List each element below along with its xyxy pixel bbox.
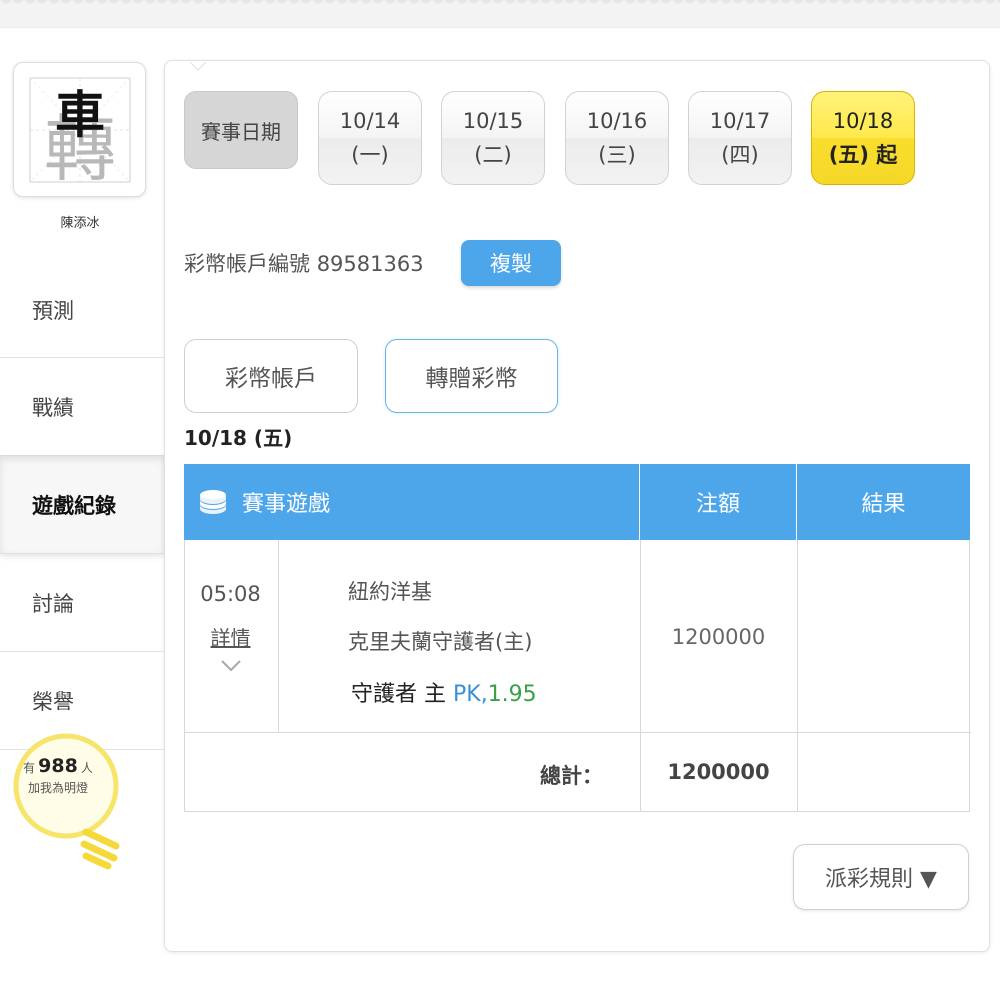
avatar-calligraphy-icon: 轉 車 <box>29 77 130 184</box>
date-dow: (三) <box>598 143 636 167</box>
date-button-1018[interactable]: 10/18 (五) 起 <box>811 91 915 185</box>
lightbulb-icon[interactable] <box>8 728 128 878</box>
date-text: 10/14 <box>339 109 401 133</box>
time-cell: 05:08 詳情 <box>184 464 277 736</box>
header-stake: 注額 <box>639 464 796 540</box>
detail-link[interactable]: 詳情 <box>184 622 277 651</box>
table-header: 賽事遊戲 注額 結果 <box>184 464 970 540</box>
date-button-1017[interactable]: 10/17 (四) <box>688 91 792 185</box>
date-dow: (四) <box>721 143 759 167</box>
total-label: 總計： <box>540 764 603 788</box>
account-number-line: 彩幣帳戶編號 89581363 <box>184 248 424 278</box>
selected-date-heading: 10/18 (五) <box>184 426 293 450</box>
match-time: 05:08 <box>200 582 261 606</box>
fans-count: 988 <box>38 755 78 777</box>
fans-prefix: 有 <box>23 761 36 775</box>
date-text: 10/18 <box>832 109 894 133</box>
account-number: 89581363 <box>316 252 424 276</box>
pick-team: 守護者 主 <box>351 682 446 707</box>
username: 陳添冰 <box>60 216 100 231</box>
header-result: 結果 <box>796 464 970 540</box>
total-value: 1200000 <box>667 760 770 784</box>
copy-button[interactable]: 複製 <box>461 240 561 286</box>
sidebar-nav: 預測 戰績 遊戲紀錄 討論 榮譽 <box>0 262 165 750</box>
panel-notch <box>190 62 206 71</box>
sidebar-item-predict[interactable]: 預測 <box>0 262 165 358</box>
date-text: 10/15 <box>462 109 524 133</box>
date-dow: (二) <box>474 143 512 167</box>
chevron-down-icon[interactable] <box>220 659 242 673</box>
team-away: 紐約洋基 <box>348 580 432 604</box>
account-label: 彩幣帳戶編號 <box>184 252 310 276</box>
sidebar-item-game-history[interactable]: 遊戲紀錄 <box>0 456 165 554</box>
stake-value: 1200000 <box>671 625 766 649</box>
tab-gift-coins[interactable]: 轉贈彩幣 <box>385 339 558 413</box>
date-button-1016[interactable]: 10/16 (三) <box>565 91 669 185</box>
fans-count-text: 有 988 人 加我為明燈 <box>8 756 108 798</box>
date-text: 10/16 <box>586 109 648 133</box>
fans-suffix: 人 <box>80 761 93 775</box>
pick-odds: 1.95 <box>487 682 537 707</box>
avatar[interactable]: 轉 車 <box>13 62 146 197</box>
tab-coin-account[interactable]: 彩幣帳戶 <box>184 339 358 413</box>
pick-type: PK, <box>453 682 488 707</box>
avatar-char-top: 車 <box>55 85 105 144</box>
sidebar-item-record[interactable]: 戰績 <box>0 358 165 456</box>
date-button-1014[interactable]: 10/14 (一) <box>318 91 422 185</box>
date-dow: (一) <box>351 143 389 167</box>
payout-rules-button[interactable]: 派彩規則 ▼ <box>793 844 969 910</box>
date-selector-label: 賽事日期 <box>184 91 298 169</box>
sidebar-item-discussion[interactable]: 討論 <box>0 554 165 652</box>
date-button-1015[interactable]: 10/15 (二) <box>441 91 545 185</box>
divider <box>278 540 279 732</box>
date-dow: (五) 起 <box>828 143 898 167</box>
bet-pick: 守護者 主 PK,1.95 <box>351 676 537 708</box>
fans-caption: 加我為明燈 <box>27 781 88 795</box>
divider <box>185 732 971 733</box>
team-home: 克里夫蘭守護者(主) <box>348 630 533 654</box>
top-decorative-strip <box>0 0 1000 28</box>
date-text: 10/17 <box>709 109 771 133</box>
